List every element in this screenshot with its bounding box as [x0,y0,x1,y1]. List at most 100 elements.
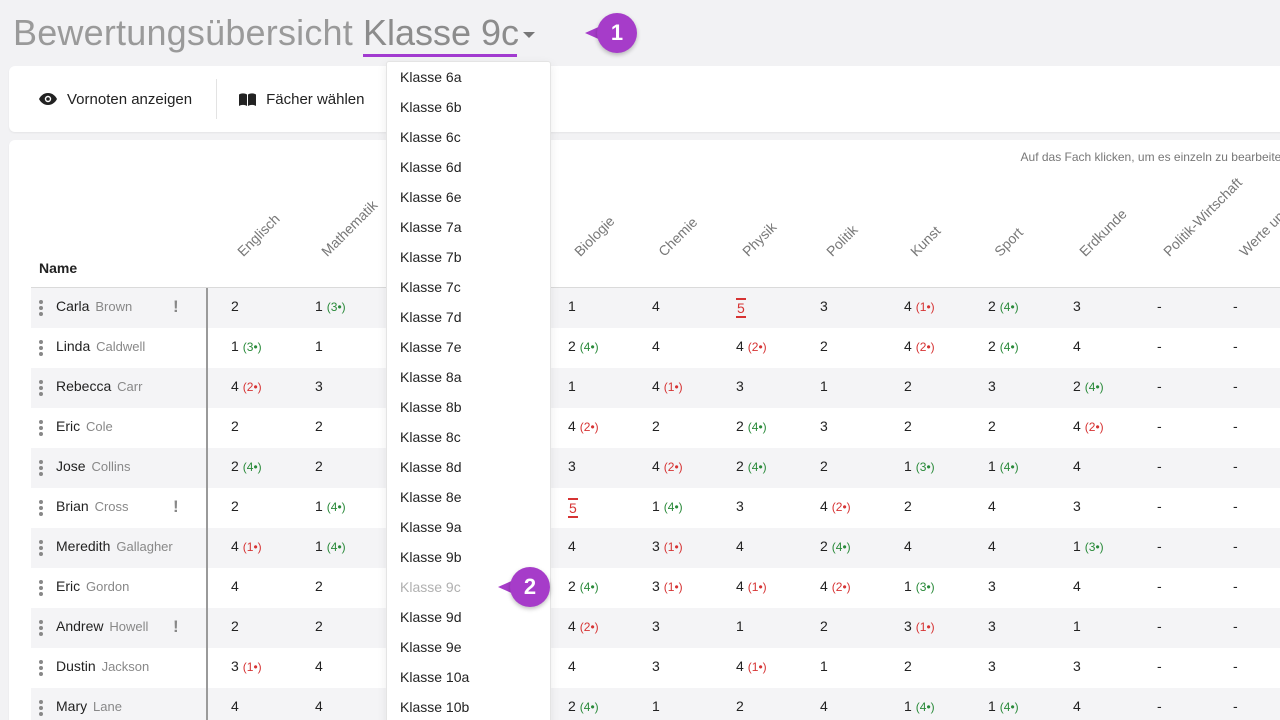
grade-cell[interactable]: 1 (4•) [988,698,1019,714]
grade-cell[interactable]: 3 [736,498,744,514]
grade-cell[interactable]: 2 [231,498,239,514]
grade-cell[interactable]: 2 (4•) [568,338,599,354]
grade-cell[interactable]: 1 (4•) [315,498,346,514]
grade-cell[interactable]: 4 [315,658,323,674]
grade-cell[interactable]: 4 [1073,578,1081,594]
grade-cell[interactable]: 1 [568,378,576,394]
grade-cell[interactable]: 4 (2•) [1073,418,1104,434]
grade-cell[interactable]: - [1157,538,1162,554]
grade-cell[interactable]: 3 [988,618,996,634]
grade-cell[interactable]: 3 [1073,658,1081,674]
grade-cell[interactable]: - [1157,498,1162,514]
grade-cell[interactable]: 3 (1•) [904,618,935,634]
grade-cell[interactable]: 2 (4•) [988,298,1019,314]
grade-cell[interactable]: 2 (4•) [1073,378,1104,394]
grade-cell[interactable]: 4 [652,338,660,354]
drag-handle-icon[interactable] [39,540,43,556]
dropdown-item-klasse-9a[interactable]: Klasse 9a [387,512,550,542]
grade-cell[interactable]: 3 [736,378,744,394]
grade-cell[interactable]: - [1233,378,1238,394]
grade-cell[interactable]: 2 [231,618,239,634]
grade-cell[interactable]: - [1157,578,1162,594]
dropdown-item-klasse-7d[interactable]: Klasse 7d [387,302,550,332]
grade-cell[interactable]: - [1157,698,1162,714]
grade-cell[interactable]: - [1233,578,1238,594]
grade-cell[interactable]: 4 (2•) [904,338,935,354]
grade-cell[interactable]: 4 (1•) [904,298,935,314]
grade-cell[interactable]: 2 [736,698,744,714]
grade-cell[interactable]: - [1157,618,1162,634]
show-pregrades-button[interactable]: Vornoten anzeigen [39,79,216,119]
grade-cell[interactable]: 2 [988,418,996,434]
grade-cell[interactable]: 4 [1073,698,1081,714]
grade-cell[interactable]: 4 [652,298,660,314]
grade-cell[interactable]: 1 (3•) [315,298,346,314]
grade-cell[interactable]: 3 [568,458,576,474]
grade-cell[interactable]: 2 (4•) [231,458,262,474]
grade-cell[interactable]: 1 (3•) [1073,538,1104,554]
grade-cell[interactable]: - [1157,458,1162,474]
grade-cell[interactable]: 1 [820,378,828,394]
grade-cell[interactable]: 1 (4•) [988,458,1019,474]
drag-handle-icon[interactable] [39,420,43,436]
grade-cell[interactable]: 3 [652,618,660,634]
student-name[interactable]: Rebecca Carr [56,378,142,394]
grade-cell[interactable]: 1 (3•) [904,458,935,474]
grade-cell[interactable]: 1 [568,298,576,314]
dropdown-item-klasse-6e[interactable]: Klasse 6e [387,182,550,212]
grade-cell[interactable]: 4 (2•) [736,338,767,354]
grade-cell[interactable]: 1 [736,618,744,634]
grade-cell[interactable]: 4 (2•) [820,498,851,514]
grade-cell[interactable]: 2 [904,658,912,674]
dropdown-item-klasse-7b[interactable]: Klasse 7b [387,242,550,272]
grade-cell[interactable]: 2 [904,498,912,514]
dropdown-item-klasse-7a[interactable]: Klasse 7a [387,212,550,242]
grade-cell[interactable]: 4 [231,578,239,594]
grade-cell[interactable]: 2 [231,298,239,314]
dropdown-item-klasse-8c[interactable]: Klasse 8c [387,422,550,452]
student-name[interactable]: Eric Gordon [56,578,129,594]
grade-cell[interactable]: 2 (4•) [568,698,599,714]
grade-cell[interactable]: 4 [988,498,996,514]
dropdown-item-klasse-7c[interactable]: Klasse 7c [387,272,550,302]
grade-cell[interactable]: 1 (4•) [652,498,683,514]
grade-cell[interactable]: 2 (4•) [736,418,767,434]
grade-cell[interactable]: 1 [652,698,660,714]
class-select[interactable]: Klasse 9c [362,12,536,57]
drag-handle-icon[interactable] [39,500,43,516]
grade-cell[interactable]: 3 [820,418,828,434]
grade-cell[interactable]: 2 [820,338,828,354]
student-name[interactable]: Jose Collins [56,458,130,474]
grade-cell[interactable]: 2 (4•) [568,578,599,594]
grade-cell[interactable]: 3 [1073,298,1081,314]
dropdown-item-klasse-8e[interactable]: Klasse 8e [387,482,550,512]
student-name[interactable]: Meredith Gallagher [56,538,173,554]
grade-cell[interactable]: 4 [231,698,239,714]
grade-cell[interactable]: 4 [315,698,323,714]
grade-cell[interactable]: 2 [820,618,828,634]
grade-cell[interactable]: 2 [315,578,323,594]
grade-cell[interactable]: 3 [988,658,996,674]
grade-cell[interactable]: 4 (1•) [736,578,767,594]
grade-cell[interactable]: 4 (1•) [736,658,767,674]
grade-cell[interactable]: 2 (4•) [820,538,851,554]
grade-cell[interactable]: 4 [1073,338,1081,354]
dropdown-item-klasse-10a[interactable]: Klasse 10a [387,662,550,692]
student-name[interactable]: Brian Cross [56,498,129,514]
dropdown-item-klasse-8a[interactable]: Klasse 8a [387,362,550,392]
grade-cell[interactable]: 3 (1•) [231,658,262,674]
drag-handle-icon[interactable] [39,660,43,676]
grade-cell[interactable]: 4 (2•) [568,418,599,434]
grade-cell[interactable]: 2 (4•) [988,338,1019,354]
grade-cell[interactable]: 2 [904,418,912,434]
grade-cell[interactable]: - [1157,418,1162,434]
student-name[interactable]: Mary Lane [56,698,122,714]
grade-cell[interactable]: - [1157,658,1162,674]
grade-cell[interactable]: 3 [988,578,996,594]
grade-cell[interactable]: 4 [1073,458,1081,474]
grade-cell[interactable]: 2 [652,418,660,434]
student-name[interactable]: Carla Brown [56,298,132,314]
grade-cell[interactable]: - [1233,618,1238,634]
grade-cell[interactable]: - [1233,458,1238,474]
grade-cell[interactable]: 5 [736,298,746,318]
